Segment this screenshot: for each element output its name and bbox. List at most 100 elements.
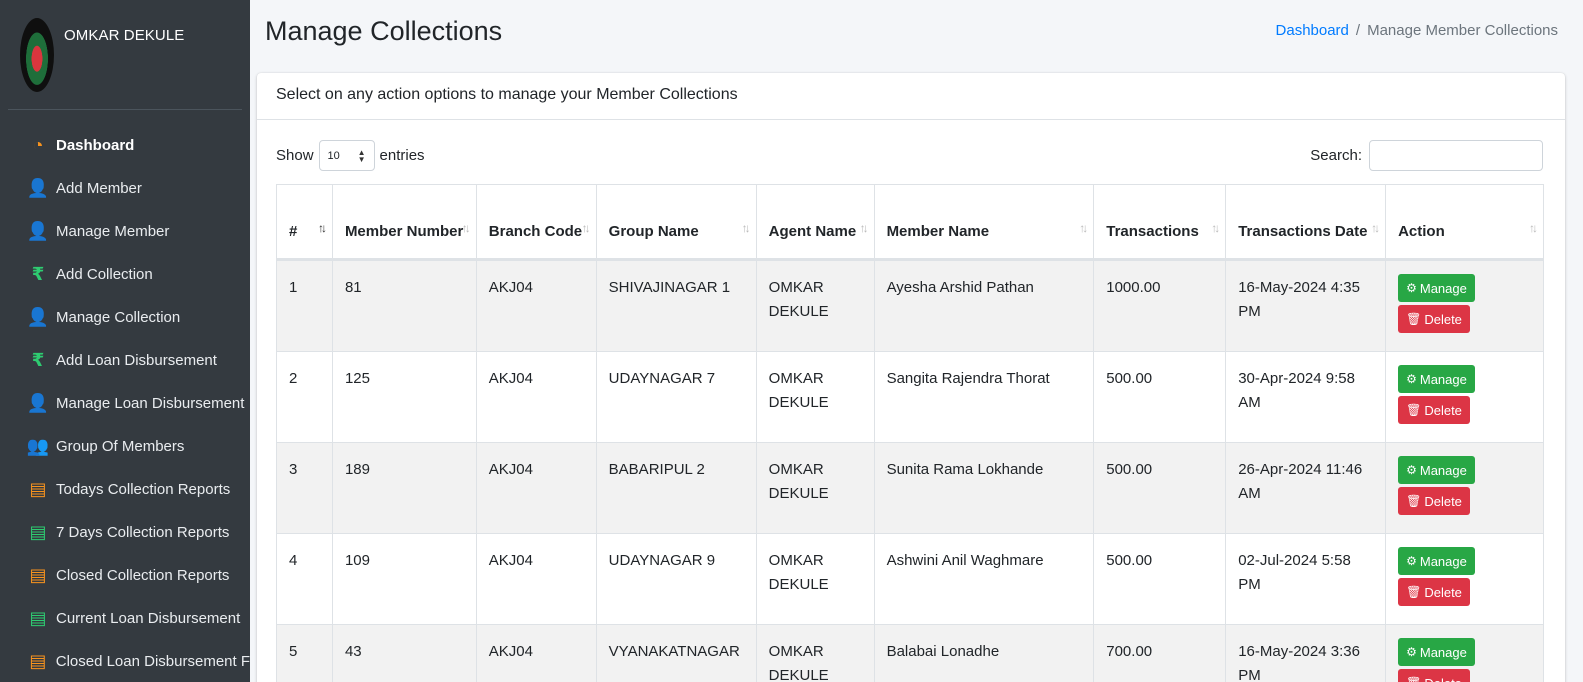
sidebar-item-manage-member[interactable]: 👤 Manage Member (0, 210, 250, 253)
sidebar-item-label: Manage Member (56, 223, 170, 240)
collections-table: # ↑↓ Member Number ↑↓ Branch Code ↑↓ Group Nam… (276, 184, 1544, 682)
table-row: 2 125 AKJ04 UDAYNAGAR 7 OMKAR DEKULE Sangita … (276, 351, 1544, 443)
table-cell: Sunita Rama Lokhande (873, 442, 1095, 534)
sidebar-item-label: Group Of Members (56, 438, 185, 455)
column-header-label: Member Name (886, 223, 990, 240)
user-plus-icon: 👤 (26, 178, 50, 198)
search-control: Search: (1310, 140, 1543, 171)
table-controls: Show 10 ▲ ▼ entries Search: (257, 120, 1565, 184)
sidebar-item-add-collection[interactable]: ₹ Add Collection (0, 253, 250, 296)
table-cell: 700.00 (1093, 624, 1227, 682)
delete-button[interactable]: 🗑Delete (1398, 396, 1470, 424)
table-cell: 1 (276, 259, 333, 352)
select-caret-icon: ▲ ▼ (357, 148, 366, 164)
trash-icon: 🗑 (1406, 312, 1422, 326)
entries-select[interactable]: 10 ▲ ▼ (318, 140, 375, 171)
avatar[interactable] (20, 18, 54, 92)
table-cell: AKJ04 (475, 533, 597, 625)
table-cell: VYANAKATNAGAR (595, 624, 757, 682)
column-header-transactions[interactable]: Transactions ↑↓ (1093, 184, 1227, 261)
cogs-icon: ⚙ (1406, 554, 1417, 568)
table-cell: 2 (276, 351, 333, 443)
breadcrumb-dashboard-link[interactable]: Dashboard (1276, 22, 1349, 39)
sort-icon: ↑↓ (581, 221, 591, 235)
table-cell: Balabai Lonadhe (873, 624, 1095, 682)
sidebar-item-7-days-collection-reports[interactable]: ▤ 7 Days Collection Reports (0, 511, 250, 554)
sidebar-item-manage-collection[interactable]: 👤 Manage Collection (0, 296, 250, 339)
sort-asc-icon: ↑↓ (317, 221, 327, 235)
sidebar-item-label: Closed Collection Reports (56, 567, 230, 584)
table-cell: 30-Apr-2024 9:58 AM (1225, 351, 1387, 443)
sidebar-item-label: Add Member (56, 180, 142, 197)
table-row: 4 109 AKJ04 UDAYNAGAR 9 OMKAR DEKULE Ashwini … (276, 533, 1544, 625)
column-header-group-name[interactable]: Group Name ↑↓ (595, 184, 757, 261)
table-cell: Ashwini Anil Waghmare (873, 533, 1095, 625)
manage-button[interactable]: ⚙ Manage (1398, 638, 1475, 666)
manage-button-label: Manage (1419, 644, 1467, 660)
sort-icon: ↑↓ (1211, 221, 1220, 235)
column-header-branch-code[interactable]: Branch Code ↑↓ (475, 184, 597, 261)
table-row: 5 43 AKJ04 VYANAKATNAGAR OMKAR DEKULE Balabai… (276, 624, 1544, 682)
table-cell: UDAYNAGAR 7 (595, 351, 757, 443)
table-cell: OMKAR DEKULE (755, 351, 875, 443)
file-icon: ▤ (29, 522, 47, 542)
column-header-transactions-date[interactable]: Transactions Date ↑↓ (1225, 184, 1387, 261)
delete-button-label: Delete (1424, 402, 1462, 418)
sidebar-item-group-of-members[interactable]: 👥 Group Of Members (0, 425, 250, 468)
sidebar-item-add-loan-disbursement[interactable]: ₹ Add Loan Disbursement (0, 339, 250, 382)
manage-button-label: Manage (1419, 553, 1467, 569)
sort-icon: ↑↓ (1079, 221, 1088, 235)
rupee-icon: ₹ (31, 350, 45, 370)
sidebar-item-closed-loan-disbursement-f[interactable]: ▤ Closed Loan Disbursement F (0, 640, 250, 682)
action-cell: ⚙Manage 🗑Delete (1385, 351, 1544, 443)
delete-button[interactable]: 🗑Delete (1398, 669, 1470, 682)
delete-button[interactable]: 🗑Delete (1398, 487, 1470, 515)
sidebar-item-dashboard[interactable]: ◔ Dashboard (0, 124, 250, 167)
sidebar-item-todays-collection-reports[interactable]: ▤ Todays Collection Reports (0, 468, 250, 511)
sidebar-item-label: 7 Days Collection Reports (56, 524, 230, 541)
table-cell: 3 (276, 442, 333, 534)
table-row: 3 189 AKJ04 BABARIPUL 2 OMKAR DEKULE Sunita R… (276, 442, 1544, 534)
sidebar-item-closed-collection-reports[interactable]: ▤ Closed Collection Reports (0, 554, 250, 597)
user-name[interactable]: OMKAR DEKULE (64, 27, 184, 44)
column-header-label: Branch Code (488, 223, 583, 240)
sidebar-item-manage-loan-disbursement[interactable]: 👤 Manage Loan Disbursement (0, 382, 250, 425)
manage-button[interactable]: ⚙ Manage (1398, 274, 1475, 302)
delete-button-label: Delete (1424, 311, 1462, 327)
sidebar-item-current-loan-disbursement[interactable]: ▤ Current Loan Disbursement (0, 597, 250, 640)
sidebar-item-label: Dashboard (56, 137, 135, 154)
table-cell: 109 (331, 533, 477, 625)
delete-button[interactable]: 🗑Delete (1398, 305, 1470, 333)
column-header-label: # (289, 223, 298, 240)
column-header-action[interactable]: Action ↑↓ (1385, 184, 1544, 261)
card-header: Select on any action options to manage y… (257, 73, 1565, 120)
action-cell: ⚙Manage 🗑Delete (1385, 442, 1544, 534)
column-header-agent-name[interactable]: Agent Name ↑↓ (755, 184, 875, 261)
manage-button[interactable]: ⚙ Manage (1398, 365, 1475, 393)
sidebar-item-add-member[interactable]: 👤 Add Member (0, 167, 250, 210)
table-cell: AKJ04 (475, 259, 597, 352)
delete-button[interactable]: 🗑Delete (1398, 578, 1470, 606)
column-header-member-name[interactable]: Member Name ↑↓ (873, 184, 1095, 261)
tachometer-icon: ◔ (32, 135, 44, 155)
column-header-member-number[interactable]: Member Number ↑↓ (331, 184, 477, 261)
delete-button-label: Delete (1424, 676, 1462, 682)
column-header-label: Transactions Date (1238, 223, 1368, 240)
table-row: 1 81 AKJ04 SHIVAJINAGAR 1 OMKAR DEKULE Ayesha… (276, 259, 1544, 352)
manage-button[interactable]: ⚙ Manage (1398, 547, 1475, 575)
table-cell: 5 (276, 624, 333, 682)
sort-icon: ↑↓ (1529, 221, 1538, 235)
sidebar: OMKAR DEKULE ◔ Dashboard 👤 Add Member 👤 Manag… (0, 0, 250, 682)
users-icon: 👥 (26, 436, 50, 456)
sidebar-item-label: Manage Collection (56, 309, 181, 326)
sidebar-item-label: Add Collection (56, 266, 153, 283)
search-input[interactable] (1369, 140, 1543, 171)
table-cell: OMKAR DEKULE (755, 624, 875, 682)
delete-button-label: Delete (1424, 584, 1462, 600)
sidebar-nav: ◔ Dashboard 👤 Add Member 👤 Manage Member ₹ Add … (0, 110, 250, 682)
column-header-index[interactable]: # ↑↓ (276, 184, 333, 261)
trash-icon: 🗑 (1406, 494, 1422, 508)
manage-button[interactable]: ⚙ Manage (1398, 456, 1475, 484)
file-icon: ▤ (29, 608, 47, 628)
table-cell: OMKAR DEKULE (755, 533, 875, 625)
